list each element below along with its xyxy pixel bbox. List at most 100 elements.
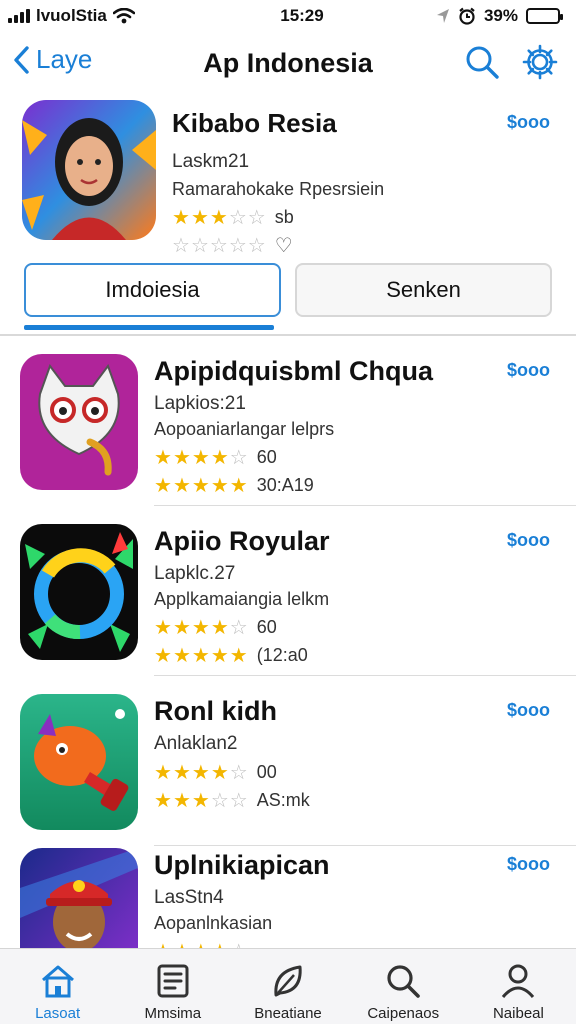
app-description: Aopanlnkasian [154,913,273,933]
star-icon: ★ [191,761,211,784]
star-icon: ★ [172,616,192,639]
status-time: 15:29 [280,6,324,25]
nav-actions [464,44,558,80]
featured-app[interactable]: Kibabo Resia Laskm21 Ramarahokake Rpesrs… [0,98,576,257]
price-button[interactable]: $ooo [507,112,550,133]
app-info: Apiio Royular Lapklc.27 Applkamaiangia l… [154,526,484,668]
star-icon: ☆ [247,206,267,229]
rating-row-2: ★★★★★ 30:A19 [154,474,484,497]
tab-profile-label: Naibeal [492,1005,544,1022]
tab-senken[interactable]: Senken [295,263,552,317]
star-icon: ★ [210,474,230,497]
alarm-icon [459,7,475,25]
heart-icon[interactable]: ♡ [275,233,293,258]
star-icon: ☆ [230,941,249,949]
featured-app-info: Kibabo Resia Laskm21 Ramarahokake Rpesrs… [172,108,492,258]
star-icon: ★ [229,474,249,497]
tab-home[interactable]: Lasoat [0,949,115,1024]
star-icon: ★ [154,789,173,812]
star-icon: ★ [172,206,191,229]
star-icon: ★ [191,616,211,639]
rating-count: sb [274,206,294,227]
featured-rating-row-2: ☆☆☆☆☆ ♡ [172,233,492,258]
app-info: Uplnikiapican LasStn4 Aopanlnkasian ★★★★… [154,850,484,948]
app-title: Apiio Royular [154,526,330,556]
rating-stars: ★★★★☆ [154,939,249,949]
app-icon [20,694,138,830]
search-button[interactable] [464,44,500,80]
price-button[interactable]: $ooo [507,530,550,551]
status-bar: lvuolStia 15:29 39% [0,0,576,32]
list-item[interactable]: Apipidquisbml Chqua Lapkios:21 Aopoaniar… [0,336,576,506]
nav-bar: Laye Ap Indonesia [0,36,576,90]
price-button[interactable]: $ooo [507,360,550,381]
star-icon: ☆ [172,234,191,257]
app-title: Ronl kidh [154,696,277,726]
app-description: Aopoaniarlangar lelprs [154,419,335,439]
star-icon: ☆ [190,234,210,257]
rating-stars-2: ★★★★★ [154,643,249,668]
tab-leaf[interactable]: Bneatiane [230,949,345,1024]
tab-bar: Lasoat Mmsima Bneatiane Caipenaos Naibea… [0,948,576,1024]
tab-indonesia[interactable]: Imdoiesia [24,263,281,317]
price-button[interactable]: $ooo [507,700,550,721]
star-icon: ★ [154,941,173,949]
tab-list[interactable]: Mmsima [115,949,230,1024]
star-icon: ★ [190,206,210,229]
rating-count-2: AS:mk [256,789,310,810]
star-icon: ★ [210,644,230,667]
settings-button[interactable] [522,44,558,80]
featured-rating-row: ★★★☆☆ sb [172,205,492,230]
rating-count: 60 [256,616,277,637]
list-icon [157,964,189,998]
list-item[interactable]: Apiio Royular Lapklc.27 Applkamaiangia l… [0,506,576,676]
status-left: lvuolStia [8,6,208,26]
home-icon [41,965,74,998]
rating-stars: ★★★★☆ [154,615,249,640]
price-button[interactable]: $ooo [507,854,550,875]
list-item[interactable]: Uplnikiapican LasStn4 Aopanlnkasian ★★★★… [0,830,576,948]
rating-row: ★★★★☆ 00 [154,760,484,785]
carrier-name: lvuolStia [36,6,107,25]
star-icon: ★ [191,446,211,469]
star-icon: ★ [172,789,192,812]
star-icon: ☆ [210,789,230,812]
app-icon [20,354,138,490]
app-icon [20,848,138,948]
app-subtitle: LasStn4 [154,887,224,908]
search-icon [466,46,499,79]
app-description: Applkamaiangia lelkm [154,589,330,609]
star-icon: ★ [154,616,173,639]
gear-icon [522,44,558,80]
battery-percent: 39% [483,6,518,25]
star-icon: ★ [172,644,192,667]
star-icon: ★ [154,474,173,497]
rating-count: 60 [256,446,277,467]
featured-app-subtitle: Laskm21 [172,151,250,172]
tab-search[interactable]: Caipenaos [346,949,461,1024]
rating-stars: ★★★★☆ [154,445,249,470]
app-subtitle: Lapklc.27 [154,563,236,584]
rating-stars: ★★★☆☆ [172,205,267,230]
tab-leaf-label: Bneatiane [254,1005,322,1022]
rating-stars: ★★★★☆ [154,760,249,785]
rating-row-2: ★★★★★ (12:a0 [154,643,484,668]
app-info: Apipidquisbml Chqua Lapkios:21 Aopoaniar… [154,356,484,497]
star-icon: ★ [210,761,230,784]
star-icon: ★ [191,474,211,497]
tab-profile[interactable]: Naibeal [461,949,576,1024]
list-item[interactable]: Ronl kidh Anlaklan2 ★★★★☆ 00 ★★★☆☆ AS:mk… [0,676,576,846]
rating-count: 00 [256,761,277,782]
segmented-tabs: Imdoiesia Senken [24,263,552,319]
signal-icon [8,9,30,23]
search-icon [387,965,421,998]
tab-search-label: Caipenaos [367,1005,440,1022]
active-tab-indicator [24,325,274,330]
leaf-icon [274,965,302,997]
rating-row: ★★★★☆ 60 [154,445,484,470]
app-title: Apipidquisbml Chqua [154,356,433,386]
star-icon: ☆ [228,234,248,257]
star-icon: ★ [154,446,173,469]
rating-count-2: 30:A19 [256,474,314,495]
star-icon: ★ [209,206,229,229]
